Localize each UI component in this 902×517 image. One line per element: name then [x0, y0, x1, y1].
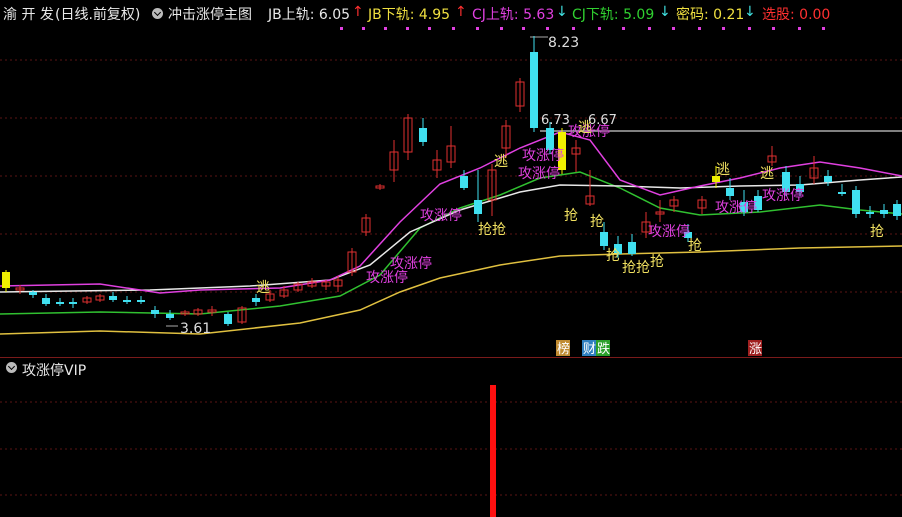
gear-icon[interactable] — [6, 362, 17, 373]
candle-body — [151, 310, 159, 314]
signal-attack: 攻涨停 — [715, 199, 757, 216]
signal-attack: 攻涨停 — [366, 269, 408, 286]
price-high-label: 8.23 — [548, 35, 579, 51]
candle-body — [419, 128, 427, 142]
signal-dot — [362, 27, 365, 30]
candle-body — [137, 300, 145, 302]
signal-dot — [722, 27, 725, 30]
signal-dot — [648, 27, 651, 30]
signal-bar — [490, 385, 496, 517]
signal-dot — [572, 27, 575, 30]
signal-escape: 逃 — [578, 120, 592, 136]
trade-signals: 攻涨停攻涨停攻涨停攻涨停攻涨停攻涨停攻涨停攻涨停攻涨停逃逃逃逃 逃抢 抢抢 抢抢抢抢抢… — [256, 120, 884, 357]
signal-dot — [384, 27, 387, 30]
candle-body — [852, 190, 860, 214]
badge-bang: 榜 — [557, 341, 570, 357]
signal-dot — [798, 27, 801, 30]
signal-dot — [748, 27, 751, 30]
candle-body — [726, 188, 734, 196]
price-low-label: 3.61 — [180, 321, 211, 337]
signal-grab: 抢 — [870, 223, 884, 240]
signal-dot — [406, 27, 409, 30]
signal-grab: 抢 — [606, 247, 620, 264]
signal-attack: 攻涨停 — [648, 223, 690, 240]
signal-dot — [622, 27, 625, 30]
candle-body — [252, 298, 260, 302]
sub-grid-lines — [0, 401, 902, 496]
signal-attack: 攻涨停 — [420, 207, 462, 224]
signal-dot — [698, 27, 701, 30]
signal-grab: 抢 — [590, 213, 604, 230]
candle-body — [838, 192, 846, 194]
signal-dot — [340, 27, 343, 30]
signal-grab: 抢 — [492, 221, 506, 238]
level-left-label: 6.73 — [541, 113, 570, 128]
candle-body — [166, 314, 174, 318]
candle-body — [530, 52, 538, 128]
signal-dot — [428, 27, 431, 30]
candle-body — [824, 176, 832, 182]
signal-grab: 抢 — [650, 253, 664, 270]
candle-body — [29, 292, 37, 295]
signal-dot — [772, 27, 775, 30]
signal-dot — [822, 27, 825, 30]
signal-escape: 逃 — [494, 154, 508, 170]
signal-dot — [522, 27, 525, 30]
candle-body — [893, 204, 901, 216]
candle-body — [224, 314, 232, 324]
candle-body — [546, 128, 554, 150]
signal-grab: 抢 — [478, 221, 492, 238]
signal-grab: 抢 — [564, 207, 578, 224]
signal-escape: 逃 — [256, 280, 270, 296]
signal-dot — [672, 27, 675, 30]
signal-attack: 攻涨停 — [518, 165, 560, 182]
signal-attack: 攻涨停 — [762, 187, 804, 204]
candle-body — [69, 302, 77, 304]
signal-dot — [546, 27, 549, 30]
signal-dots — [340, 27, 825, 30]
badge-zhang: 涨 — [749, 342, 762, 357]
main-candlestick-chart[interactable]: 8.23 3.61 6.73 6.67 攻涨停攻涨停攻涨停攻涨停攻涨停攻涨停攻涨… — [0, 0, 902, 357]
badge-die: 跌 — [597, 341, 610, 357]
signal-escape: 逃 — [716, 162, 730, 178]
signal-dot — [452, 27, 455, 30]
signal-dot — [476, 27, 479, 30]
candle-body — [42, 298, 50, 304]
badge-cai: 财 — [583, 342, 596, 357]
sub-indicator-chart[interactable] — [0, 377, 902, 517]
signal-grab: 抢 — [688, 237, 702, 254]
candle-body — [600, 232, 608, 246]
signal-grab: 抢 — [636, 259, 650, 276]
candle-body — [109, 296, 117, 300]
candle-body — [474, 200, 482, 214]
candle-body — [123, 300, 131, 302]
candle-body — [866, 212, 874, 214]
candle-body — [880, 210, 888, 214]
candle-body — [56, 302, 64, 304]
signal-escape: 逃 — [760, 166, 774, 182]
candle-body — [2, 272, 10, 288]
candle-body — [460, 176, 468, 188]
signal-dot — [598, 27, 601, 30]
signal-grab: 抢 — [622, 259, 636, 276]
signal-dot — [500, 27, 503, 30]
sub-indicator-header: 攻涨停VIP — [0, 357, 200, 379]
candle-body — [628, 242, 636, 254]
signal-attack: 攻涨停 — [522, 147, 564, 164]
